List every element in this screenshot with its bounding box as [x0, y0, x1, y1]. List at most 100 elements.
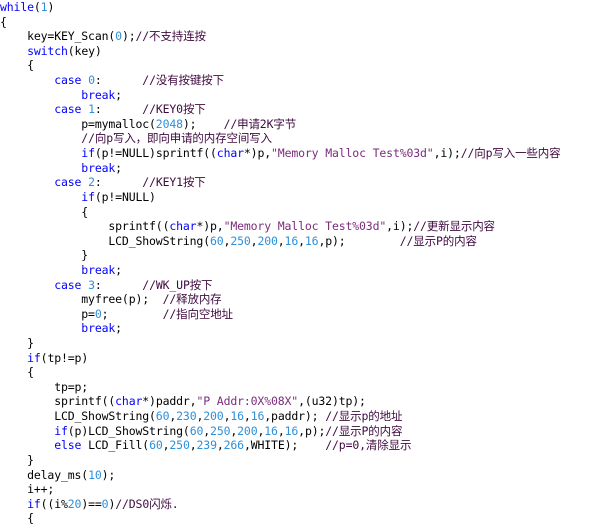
- code-token-keyword: char: [216, 146, 244, 161]
- code-token-plain: ;: [115, 321, 122, 336]
- code-token-plain: LCD_Fill(: [81, 438, 150, 453]
- code-token-plain: ;: [101, 306, 163, 321]
- code-line[interactable]: if(p!=NULL)sprintf((char*)p,"Memory Mall…: [0, 146, 602, 161]
- code-token-plain: ;: [115, 87, 122, 102]
- code-line[interactable]: }: [0, 248, 602, 263]
- code-line[interactable]: case 0: //没有按键按下: [0, 73, 602, 88]
- code-token-keyword: if: [27, 350, 41, 365]
- code-token-plain: (p!=NULL): [94, 189, 156, 204]
- code-line[interactable]: if(p)LCD_ShowString(60,250,200,16,16,p);…: [0, 424, 602, 439]
- code-token-keyword: if: [81, 189, 95, 204]
- code-token-number: 200: [237, 423, 258, 438]
- code-token-comment: //更新显示内容: [413, 219, 495, 234]
- code-token-plain: p=: [0, 306, 95, 321]
- code-token-number: 230: [176, 409, 197, 424]
- code-token-plain: ,: [189, 438, 197, 453]
- code-line[interactable]: while(1): [0, 0, 602, 15]
- code-line[interactable]: sprintf((char*)paddr,"P Addr:0X%08X",(u3…: [0, 394, 602, 409]
- code-line[interactable]: myfree(p); //释放内存: [0, 292, 602, 307]
- code-token-plain: (key): [67, 43, 102, 58]
- code-line[interactable]: case 1: //KEY0按下: [0, 102, 602, 117]
- code-line[interactable]: case 2: //KEY1按下: [0, 175, 602, 190]
- code-line[interactable]: LCD_ShowString(60,230,200,16,16,paddr); …: [0, 409, 602, 424]
- code-token-plain: *)p,: [243, 146, 272, 161]
- code-token-comment: //没有按键按下: [142, 73, 224, 88]
- code-token-keyword: if: [54, 423, 68, 438]
- code-line[interactable]: {: [0, 58, 602, 73]
- code-token-plain: );: [101, 467, 116, 482]
- code-line[interactable]: {: [0, 511, 602, 526]
- code-line[interactable]: break;: [0, 88, 602, 103]
- code-line[interactable]: break;: [0, 161, 602, 176]
- code-line[interactable]: p=mymalloc(2048); //申请2K字节: [0, 117, 602, 132]
- code-token-keyword: case: [54, 102, 82, 117]
- code-line[interactable]: else LCD_Fill(60,250,239,266,WHITE); //p…: [0, 438, 602, 453]
- code-token-keyword: char: [169, 219, 197, 234]
- code-token-punct: {: [0, 14, 7, 29]
- code-line[interactable]: {: [0, 205, 602, 220]
- code-line[interactable]: tp=p;: [0, 380, 602, 395]
- code-token-plain: ,: [277, 233, 285, 248]
- code-token-plain: }: [0, 452, 34, 467]
- code-line[interactable]: break;: [0, 321, 602, 336]
- code-token-punct: ): [47, 0, 55, 14]
- code-line[interactable]: {: [0, 365, 602, 380]
- code-token-comment: //指向空地址: [162, 306, 233, 321]
- code-token-plain: LCD_ShowString(: [0, 409, 156, 424]
- code-token-keyword: else: [54, 438, 82, 453]
- code-token-punct: (: [33, 0, 41, 14]
- code-line[interactable]: }: [0, 453, 602, 468]
- code-token-comment: //不支持连按: [135, 29, 206, 44]
- code-line[interactable]: p=0; //指向空地址: [0, 307, 602, 322]
- code-token-plain: :: [94, 102, 143, 117]
- code-token-comment: //向p写入，即向申请的内存空间写入: [81, 131, 272, 146]
- code-token-plain: p=mymalloc(: [0, 116, 156, 131]
- code-token-plain: sprintf((: [0, 394, 116, 409]
- code-line[interactable]: delay_ms(10);: [0, 468, 602, 483]
- code-line[interactable]: sprintf((char*)p,"Memory Malloc Test%03d…: [0, 219, 602, 234]
- code-line[interactable]: //向p写入，即向申请的内存空间写入: [0, 131, 602, 146]
- code-line[interactable]: if(tp!=p): [0, 351, 602, 366]
- code-line[interactable]: case 3: //WK_UP按下: [0, 278, 602, 293]
- code-token-plain: :: [94, 277, 143, 292]
- code-token-number: 200: [257, 233, 278, 248]
- code-line[interactable]: switch(key): [0, 44, 602, 59]
- code-token-plain: sprintf((: [0, 219, 170, 234]
- code-token-plain: ,WHITE);: [243, 438, 326, 453]
- code-token-comment: //向p写入一些内容: [460, 146, 561, 161]
- code-editor-view[interactable]: while(1){ key=KEY_Scan(0);//不支持连按 switch…: [0, 0, 602, 526]
- code-token-number: 0: [94, 306, 102, 321]
- code-token-number: 10: [88, 467, 102, 482]
- code-line[interactable]: if((i%20)==0)//DS0闪烁.: [0, 497, 602, 512]
- code-token-comment: //WK_UP按下: [142, 277, 213, 292]
- code-token-keyword: case: [54, 277, 82, 292]
- code-token-number: 16: [250, 409, 265, 424]
- code-token-comment: //KEY0按下: [142, 102, 206, 117]
- code-line[interactable]: i++;: [0, 482, 602, 497]
- code-token-plain: ,paddr);: [264, 409, 326, 424]
- code-token-plain: key=KEY_Scan(: [0, 29, 116, 44]
- code-token-number: 20: [67, 496, 82, 511]
- code-token-number: 250: [230, 233, 251, 248]
- code-line[interactable]: {: [0, 15, 602, 30]
- code-token-keyword: case: [54, 175, 82, 190]
- code-line[interactable]: }: [0, 336, 602, 351]
- code-token-number: 250: [210, 423, 231, 438]
- code-line[interactable]: LCD_ShowString(60,250,200,16,16,p); //显示…: [0, 234, 602, 249]
- code-token-plain: tp=p;: [0, 379, 89, 394]
- code-token-keyword: switch: [27, 43, 68, 58]
- code-token-plain: :: [94, 73, 143, 88]
- code-line[interactable]: break;: [0, 263, 602, 278]
- code-line[interactable]: key=KEY_Scan(0);//不支持连按: [0, 29, 602, 44]
- code-line[interactable]: if(p!=NULL): [0, 190, 602, 205]
- code-token-plain: {: [0, 204, 89, 219]
